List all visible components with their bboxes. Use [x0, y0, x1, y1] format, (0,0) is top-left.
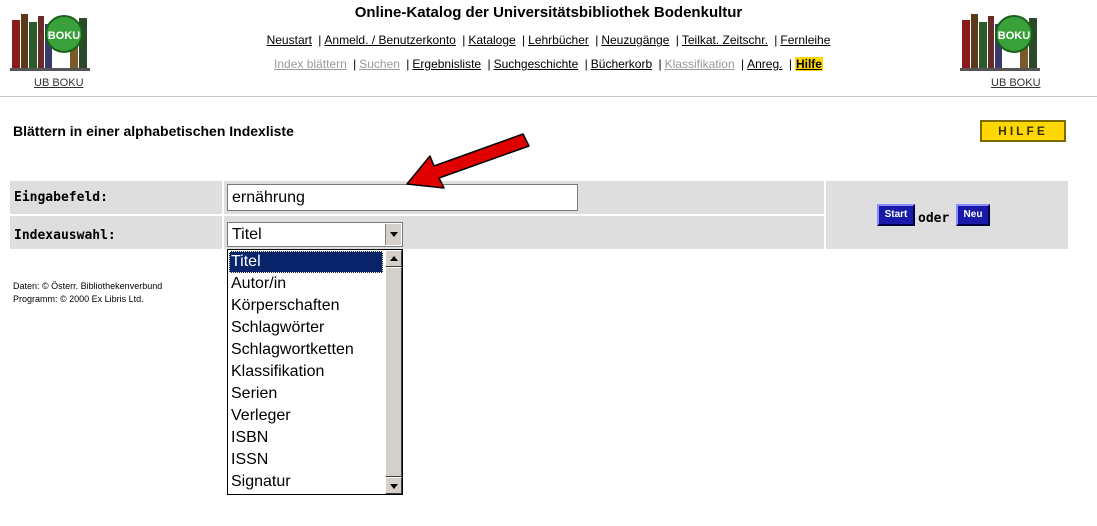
- start-button[interactable]: Start: [877, 204, 915, 226]
- nav-anregung[interactable]: Anreg.: [747, 57, 782, 71]
- dropdown-option[interactable]: Signatur: [229, 471, 383, 493]
- nav-row-primary: Neustart | Anmeld. / Benutzerkonto | Katal…: [266, 33, 831, 47]
- dropdown-scrollbar[interactable]: [385, 250, 402, 494]
- nav-fernleihe[interactable]: Fernleihe: [780, 33, 830, 47]
- oder-text: oder: [918, 211, 950, 226]
- nav-index-blaettern[interactable]: Index blättern: [274, 57, 347, 71]
- dropdown-option[interactable]: Titel: [229, 251, 383, 273]
- dropdown-option[interactable]: Schlagwörter: [229, 317, 383, 339]
- form-row-divider: [10, 214, 825, 216]
- dropdown-option[interactable]: ISSN: [229, 449, 383, 471]
- form-column-divider: [824, 181, 826, 249]
- dropdown-option[interactable]: Serien: [229, 383, 383, 405]
- index-select[interactable]: Titel: [227, 222, 403, 247]
- help-button[interactable]: HILFE: [980, 120, 1066, 142]
- nav-teilkat-zeitschr[interactable]: Teilkat. Zeitschr.: [682, 33, 768, 47]
- nav-hilfe[interactable]: Hilfe: [794, 57, 823, 71]
- chevron-down-icon[interactable]: [385, 224, 401, 245]
- nav-neuzugaenge[interactable]: Neuzugänge: [601, 33, 669, 47]
- dropdown-option[interactable]: Verleger: [229, 405, 383, 427]
- nav-buecherkorb[interactable]: Bücherkorb: [591, 57, 652, 71]
- header-divider: [0, 96, 1097, 97]
- nav-neustart[interactable]: Neustart: [267, 33, 312, 47]
- nav-row-secondary: Index blättern | Suchen | Ergebnisliste | S…: [274, 57, 823, 71]
- annotation-arrow-icon: [406, 133, 530, 189]
- dropdown-option[interactable]: Körperschaften: [229, 295, 383, 317]
- footer-program-credit: Programm: © 2000 Ex Libris Ltd.: [13, 294, 144, 304]
- scroll-down-icon[interactable]: [385, 477, 402, 494]
- page-heading: Blättern in einer alphabetischen Indexli…: [13, 123, 294, 139]
- logo-caption-right[interactable]: UB BOKU: [991, 77, 1041, 89]
- logo-caption-left[interactable]: UB BOKU: [34, 77, 84, 89]
- index-select-value: Titel: [232, 226, 262, 243]
- dropdown-option[interactable]: Schlagwortketten: [229, 339, 383, 361]
- form-column-divider: [222, 181, 224, 249]
- nav-suchen[interactable]: Suchen: [359, 57, 400, 71]
- scroll-thumb[interactable]: [385, 267, 402, 477]
- dropdown-option[interactable]: Klassifikation: [229, 361, 383, 383]
- input-field-label: Eingabefeld:: [14, 190, 108, 205]
- nav-ergebnisliste[interactable]: Ergebnisliste: [412, 57, 481, 71]
- nav-lehrbuecher[interactable]: Lehrbücher: [528, 33, 589, 47]
- footer-data-credit: Daten: © Österr. Bibliothekenverbund: [13, 281, 163, 291]
- new-button[interactable]: Neu: [956, 204, 990, 226]
- nav-kataloge[interactable]: Kataloge: [468, 33, 515, 47]
- site-title: Online-Katalog der Universitätsbibliothe…: [354, 4, 743, 21]
- nav-anmeldung[interactable]: Anmeld. / Benutzerkonto: [324, 33, 455, 47]
- index-select-label: Indexauswahl:: [14, 228, 116, 243]
- nav-klassifikation[interactable]: Klassifikation: [665, 57, 735, 71]
- dropdown-option[interactable]: Autor/in: [229, 273, 383, 295]
- index-dropdown-list[interactable]: Titel Autor/in Körperschaften Schlagwört…: [227, 249, 403, 495]
- dropdown-option[interactable]: ISBN: [229, 427, 383, 449]
- scroll-up-icon[interactable]: [385, 250, 402, 267]
- nav-suchgeschichte[interactable]: Suchgeschichte: [494, 57, 579, 71]
